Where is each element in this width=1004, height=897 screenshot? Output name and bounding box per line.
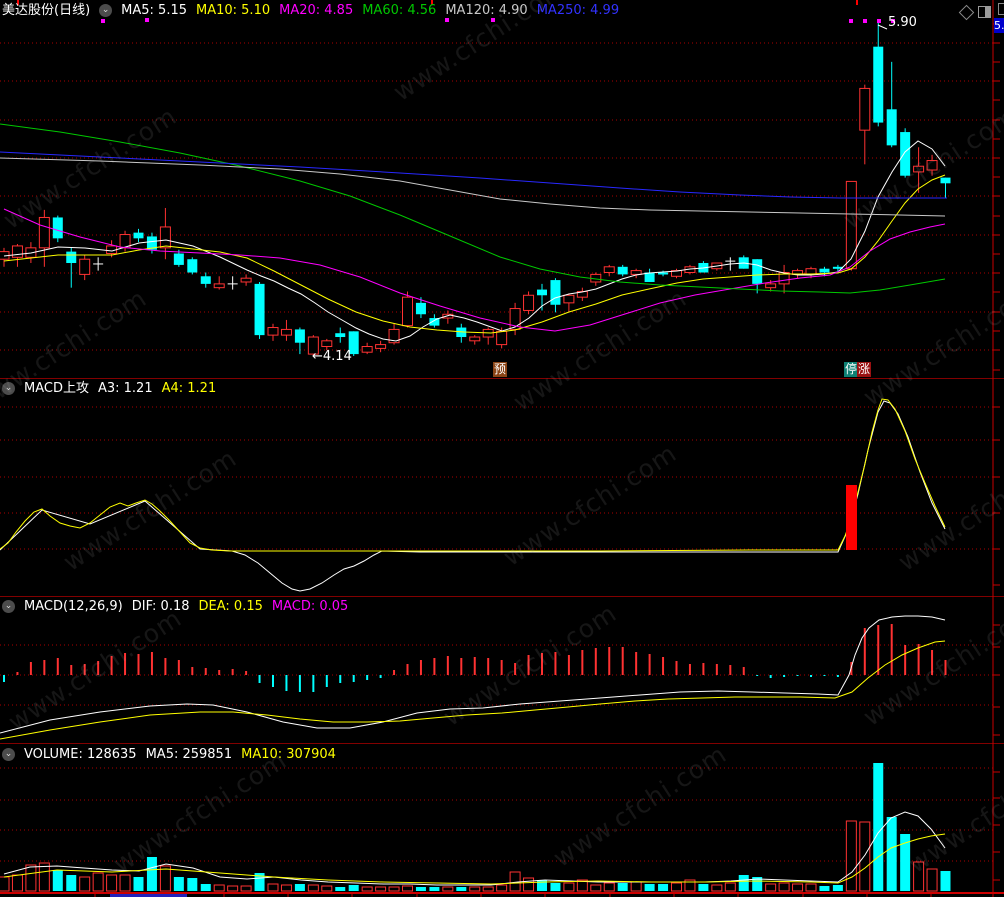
macd-sk-header: ⌄ MACD上攻 A3: 1.21 A4: 1.21	[2, 381, 225, 396]
dea-label: DEA: 0.15	[198, 599, 263, 614]
main-chart-header: 美达股份(日线) ⌄ MA5: 5.15 MA10: 5.10 MA20: 4.…	[2, 3, 628, 18]
ma10-label: MA10: 5.10	[196, 3, 271, 18]
price-axis-current-label: 5.	[994, 18, 1004, 33]
chevron-down-icon[interactable]: ⌄	[99, 4, 113, 17]
chevron-down-icon[interactable]: ⌄	[2, 600, 15, 613]
ma20-label: MA20: 4.85	[279, 3, 354, 18]
volume-panel	[0, 763, 951, 892]
indicator-title: MACD(12,26,9)	[24, 599, 123, 614]
ma5-label: MA5: 5.15	[121, 3, 187, 18]
chevron-down-icon[interactable]: ⌄	[2, 748, 15, 761]
a3-label: A3: 1.21	[97, 381, 153, 396]
halt-tag: 停	[844, 362, 858, 377]
limit-up-tag: 涨	[857, 362, 871, 377]
forecast-tag: 预	[493, 362, 507, 377]
macd-sk-panel	[0, 398, 946, 592]
volume-title: VOLUME: 128635	[24, 747, 137, 762]
ma250-label: MA250: 4.99	[536, 3, 620, 18]
vma10-label: MA10: 307904	[241, 747, 336, 762]
macd-header: ⌄ MACD(12,26,9) DIF: 0.18 DEA: 0.15 MACD…	[2, 599, 357, 614]
split-window-icon-fill	[985, 7, 990, 17]
ma60-label: MA60: 4.56	[362, 3, 437, 18]
stock-title: 美达股份(日线)	[2, 3, 91, 18]
macd-panel	[0, 615, 947, 740]
price-axis	[94, 0, 1000, 897]
panel-dividers	[0, 378, 1004, 894]
a4-label: A4: 1.21	[161, 381, 217, 396]
split-window-icon[interactable]	[978, 6, 991, 18]
corner-window-icon[interactable]	[998, 3, 1004, 15]
ma120-label: MA120: 4.90	[445, 3, 528, 18]
high-price-annotation: 5.90	[888, 15, 917, 30]
low-price-annotation: ←4.14	[312, 349, 352, 364]
volume-header: ⌄ VOLUME: 128635 MA5: 259851 MA10: 30790…	[2, 747, 345, 762]
candlestick-panel	[0, 0, 951, 356]
macd-label: MACD: 0.05	[271, 599, 349, 614]
stock-chart-app: 美达股份(日线) ⌄ MA5: 5.15 MA10: 5.10 MA20: 4.…	[0, 0, 1004, 897]
chevron-down-icon[interactable]: ⌄	[2, 382, 15, 395]
vma5-label: MA5: 259851	[145, 747, 233, 762]
indicator-title: MACD上攻	[24, 381, 89, 396]
dif-label: DIF: 0.18	[131, 599, 190, 614]
chart-canvas[interactable]	[0, 0, 1004, 897]
gridlines	[0, 42, 993, 862]
